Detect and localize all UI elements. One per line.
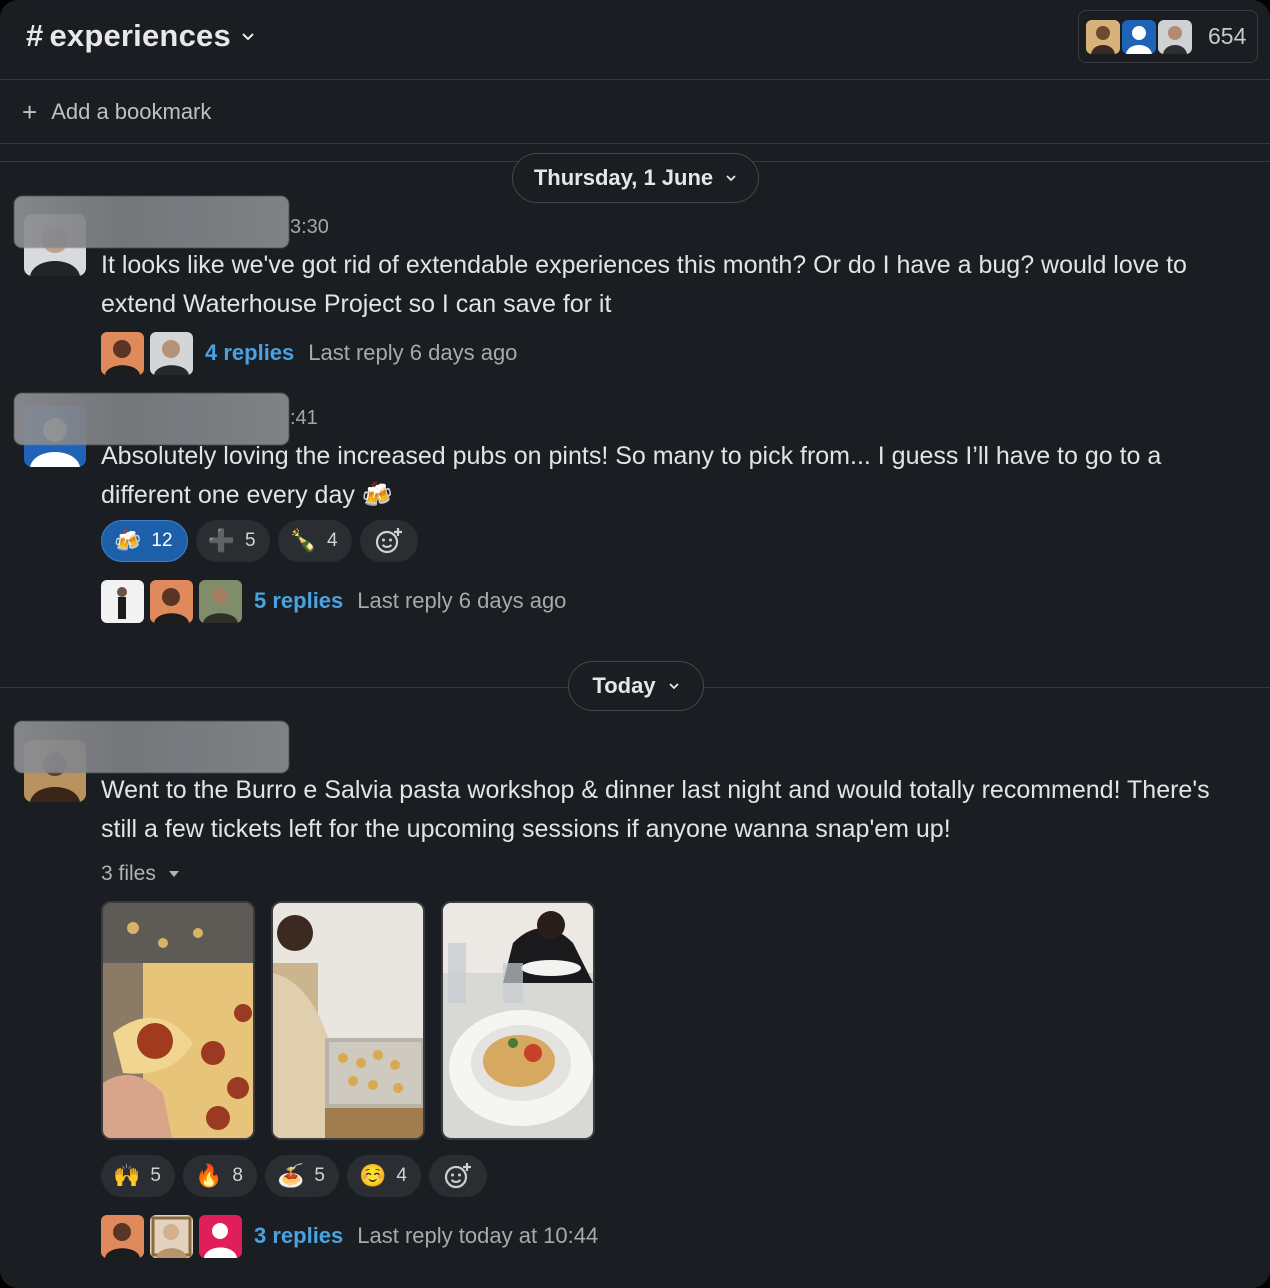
attachment-image-ravioli[interactable] <box>101 901 255 1140</box>
reply-avatar <box>199 579 242 623</box>
last-reply-text: Last reply 6 days ago <box>308 340 518 365</box>
message-text: Absolutely loving the increased pubs on … <box>101 442 1162 509</box>
members-button[interactable]: 654 <box>1078 10 1258 63</box>
add-reaction-icon <box>444 1163 471 1189</box>
caret-down-icon <box>168 871 179 877</box>
thread-summary[interactable]: 5 replies Last reply 6 days ago <box>101 579 566 623</box>
add-bookmark-label: Add a bookmark <box>51 98 212 124</box>
reply-avatar <box>101 579 144 623</box>
add-reaction-icon <box>375 528 402 554</box>
replies-link[interactable]: 3 replies <box>254 1223 343 1249</box>
spaghetti-icon: 🍝 <box>276 1163 305 1188</box>
add-reaction-button[interactable] <box>359 520 418 562</box>
attachment-image-pasta-dish[interactable] <box>441 901 595 1140</box>
redacted-sender-name <box>14 721 289 773</box>
timestamp[interactable]: :41 <box>290 407 318 430</box>
reply-avatar <box>101 331 144 375</box>
reaction-count: 5 <box>244 530 256 551</box>
relieved-face-icon: ☺️ <box>358 1163 387 1188</box>
reaction-raised-hands[interactable]: 🙌 5 <box>101 1155 175 1197</box>
reaction-plus[interactable]: ➕ 5 <box>195 520 270 562</box>
reply-avatar <box>101 1214 144 1258</box>
slack-channel-window: # experiences 654 + Add a bookmark Thurs… <box>0 0 1270 1288</box>
plus-icon: + <box>22 96 38 127</box>
member-avatar <box>1086 19 1120 54</box>
plus-emoji-icon: ➕ <box>207 528 235 553</box>
reaction-count: 5 <box>150 1165 161 1186</box>
reaction-count: 4 <box>396 1165 407 1186</box>
reactions-bar: 🍻 12 ➕ 5 🍾 4 <box>101 520 426 562</box>
reply-avatar <box>150 579 193 623</box>
thread-summary[interactable]: 3 replies Last reply today at 10:44 <box>101 1214 598 1258</box>
reactions-bar: 🙌 5 🔥 8 🍝 5 ☺️ 4 <box>101 1155 495 1197</box>
reaction-count: 4 <box>326 530 338 551</box>
reaction-count: 5 <box>314 1165 325 1186</box>
files-label: 3 files <box>101 862 156 885</box>
date-divider-button[interactable]: Today <box>568 661 704 711</box>
add-bookmark-button[interactable]: + Add a bookmark <box>0 80 1270 144</box>
reply-avatar <box>150 1214 193 1258</box>
beers-icon: 🍻 <box>114 528 142 553</box>
chevron-down-icon <box>668 683 679 690</box>
date-divider-button[interactable]: Thursday, 1 June <box>512 153 759 203</box>
reaction-count: 8 <box>232 1165 243 1186</box>
reaction-spaghetti[interactable]: 🍝 5 <box>264 1155 339 1197</box>
reaction-champagne[interactable]: 🍾 4 <box>277 520 352 562</box>
date-label: Thursday, 1 June <box>533 165 714 190</box>
member-count: 654 <box>1208 23 1247 49</box>
timestamp[interactable]: 3:30 <box>290 216 329 239</box>
redacted-sender-name <box>14 196 289 248</box>
last-reply-text: Last reply today at 10:44 <box>357 1223 599 1248</box>
chevron-down-icon <box>242 33 254 41</box>
reaction-relieved[interactable]: ☺️ 4 <box>346 1155 421 1197</box>
reaction-count: 12 <box>151 530 173 551</box>
channel-name-button[interactable]: # experiences <box>26 18 255 54</box>
thread-summary[interactable]: 4 replies Last reply 6 days ago <box>101 331 517 375</box>
reply-avatar <box>199 1214 242 1258</box>
member-avatar <box>1122 19 1156 54</box>
hash-icon: # <box>26 18 44 53</box>
last-reply-text: Last reply 6 days ago <box>357 588 567 613</box>
date-label: Today <box>592 673 656 698</box>
champagne-icon: 🍾 <box>289 528 317 553</box>
raised-hands-icon: 🙌 <box>113 1163 141 1188</box>
reaction-beers[interactable]: 🍻 12 <box>101 520 188 562</box>
reaction-fire[interactable]: 🔥 8 <box>182 1155 257 1197</box>
chevron-down-icon <box>726 175 736 182</box>
replies-link[interactable]: 4 replies <box>205 340 294 366</box>
files-toggle[interactable]: 3 files <box>101 862 180 886</box>
reply-avatar <box>150 331 193 375</box>
add-reaction-button[interactable] <box>428 1155 487 1197</box>
replies-link[interactable]: 5 replies <box>254 588 343 614</box>
member-avatar <box>1158 19 1192 54</box>
message-text: Went to the Burro e Salvia pasta worksho… <box>101 776 1210 843</box>
channel-header: # experiences 654 <box>0 0 1270 80</box>
attachment-image-workshop[interactable] <box>271 901 425 1140</box>
message-text: It looks like we've got rid of extendabl… <box>101 251 1187 318</box>
fire-icon: 🔥 <box>194 1163 223 1188</box>
channel-name: experiences <box>49 18 231 53</box>
